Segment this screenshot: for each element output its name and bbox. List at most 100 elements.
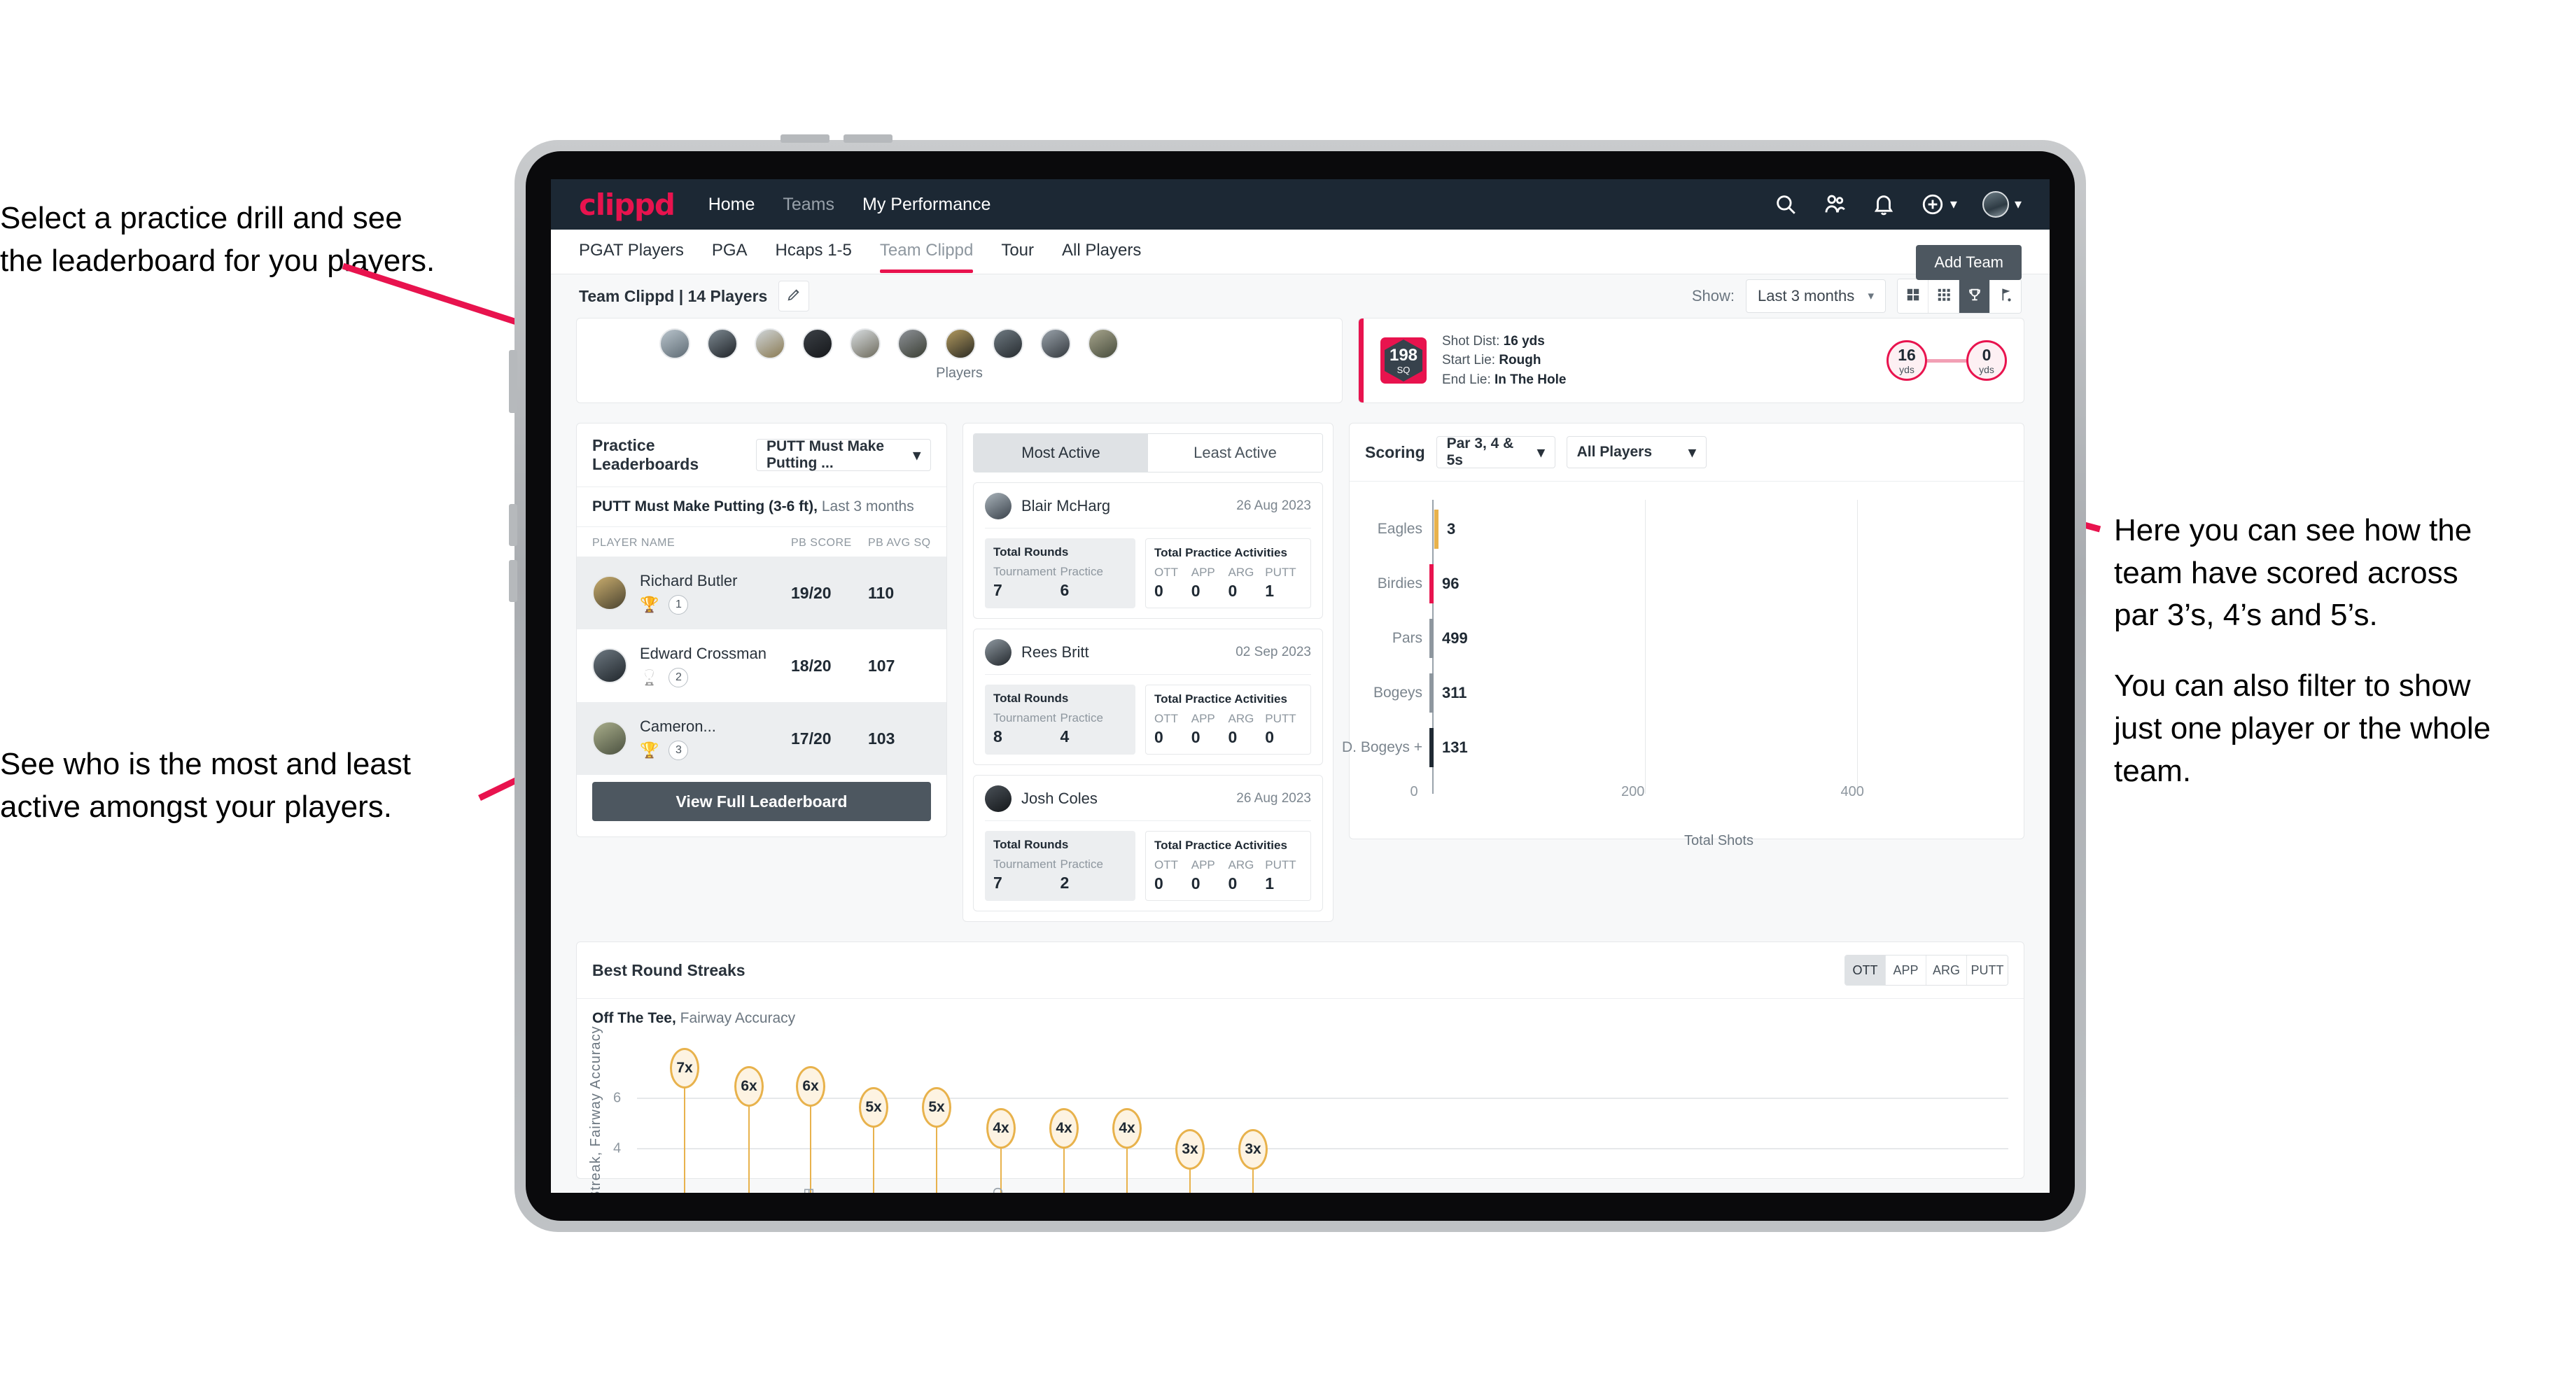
table-row[interactable]: Cameron... 🏆 3 17/20 103 [577, 702, 946, 775]
plus-circle-icon[interactable] [1921, 192, 1945, 216]
player-avatar[interactable] [1040, 328, 1071, 359]
player-avatar[interactable] [897, 328, 928, 359]
streak-value: 7x [670, 1048, 699, 1088]
date-range-value: Last 3 months [1758, 287, 1855, 304]
toggle-putt[interactable]: PUTT [1967, 955, 2008, 985]
table-row[interactable]: Edward Crossman 🏆 2 18/20 107 [577, 629, 946, 702]
view-trophy-button[interactable] [1959, 279, 1990, 313]
side-button-2[interactable] [509, 560, 517, 602]
drill-select[interactable]: PUTT Must Make Putting ... ▾ [756, 438, 931, 471]
tab-pgat-players[interactable]: PGAT Players [579, 241, 684, 263]
avatar [592, 721, 627, 756]
toggle-app[interactable]: APP [1886, 955, 1926, 985]
toggle-arg[interactable]: ARG [1926, 955, 1967, 985]
list-item[interactable]: Blair McHarg 26 Aug 2023 Total Rounds To… [973, 482, 1323, 619]
x-tick: 200 [1620, 784, 1645, 799]
bar-group-pars: Pars 499 [1392, 619, 1468, 658]
tab-least-active[interactable]: Least Active [1148, 434, 1322, 472]
people-icon[interactable] [1823, 192, 1847, 216]
practice-activities-labels: OTT APP ARG PUTT [1154, 712, 1296, 725]
streaks-category-toggle: OTT APP ARG PUTT [1844, 955, 2008, 986]
list-item[interactable]: Rees Britt 02 Sep 2023 Total Rounds Tour… [973, 629, 1323, 765]
gridline [1645, 500, 1646, 794]
bar-cap [1429, 619, 1434, 658]
leaderboard-footer: View Full Leaderboard [577, 775, 946, 836]
streak-category-label: C [990, 1187, 1004, 1193]
player-avatar[interactable] [802, 328, 833, 359]
bar-label: Bogeys [1373, 685, 1422, 701]
view-grid-large-button[interactable] [1898, 279, 1928, 313]
tab-most-active[interactable]: Most Active [974, 434, 1148, 472]
practice-activities-title: Total Practice Activities [1154, 546, 1287, 559]
tablet-device: clippd Home Teams My Performance ▾ ▾ PGA… [509, 134, 2086, 1232]
power-button[interactable] [509, 350, 517, 413]
activity-date: 02 Sep 2023 [1236, 645, 1311, 659]
tab-hcaps-1-5[interactable]: Hcaps 1-5 [776, 241, 852, 263]
total-rounds-values: 7 2 [993, 874, 1070, 892]
nav-link-home[interactable]: Home [708, 195, 755, 215]
annotation-line: team. [2114, 753, 2192, 788]
streaks-metric-name: Off The Tee, [592, 1010, 676, 1026]
player-avatar[interactable] [1088, 328, 1119, 359]
table-row[interactable]: Richard Butler 🏆 1 19/20 110 [577, 556, 946, 629]
scoring-chart: Eagles 3 Birdies 96 Pars 499 Bogeys 311 … [1342, 482, 2024, 848]
total-rounds-box: Total Rounds Tournament Practice 8 4 [985, 685, 1135, 755]
pb-score-value: 19/20 [791, 583, 832, 602]
practice-activities-labels: OTT APP ARG PUTT [1154, 858, 1296, 872]
total-rounds-labels: Tournament Practice [993, 565, 1103, 578]
annotation-line: active amongst your players. [0, 789, 393, 824]
volume-button-1[interactable] [780, 134, 830, 143]
tab-tour[interactable]: Tour [1001, 241, 1034, 263]
volume-button-2[interactable] [844, 134, 892, 143]
edit-team-button[interactable] [778, 281, 810, 312]
view-full-leaderboard-button[interactable]: View Full Leaderboard [592, 782, 931, 821]
clippd-logo[interactable]: clippd [579, 188, 676, 222]
practice-activities-box: Total Practice Activities OTT APP ARG PU… [1145, 831, 1311, 901]
scoring-card: Scoring Par 3, 4 & 5s ▾ All Players ▾ Ea… [1342, 423, 2024, 848]
bell-icon[interactable] [1872, 192, 1896, 216]
par-filter-select[interactable]: Par 3, 4 & 5s ▾ [1436, 435, 1555, 468]
bar-value: 96 [1442, 575, 1460, 592]
player-avatar[interactable] [993, 328, 1023, 359]
bar-label: D. Bogeys + [1342, 739, 1422, 755]
tablet-bezel: clippd Home Teams My Performance ▾ ▾ PGA… [526, 151, 2075, 1221]
view-grid-small-button[interactable] [1928, 279, 1959, 313]
avatar[interactable] [1982, 191, 2009, 218]
tab-pga[interactable]: PGA [712, 241, 748, 263]
player-avatar[interactable] [707, 328, 738, 359]
player-avatar[interactable] [755, 328, 785, 359]
streak-value: 6x [796, 1066, 825, 1107]
app-screen: clippd Home Teams My Performance ▾ ▾ PGA… [551, 179, 2050, 1193]
list-item[interactable]: Josh Coles 26 Aug 2023 Total Rounds Tour… [973, 775, 1323, 911]
leaderboard-player-cell: Cameron... 🏆 3 [640, 718, 791, 760]
shot-detail-card: 198 SQ Shot Dist: 16 yds Start Lie: Roug… [1358, 318, 2024, 403]
tab-all-players[interactable]: All Players [1062, 241, 1141, 263]
view-flag-button[interactable] [1990, 279, 2021, 313]
plus-circle-menu[interactable]: ▾ [1921, 192, 1957, 216]
search-icon[interactable] [1774, 192, 1798, 216]
total-rounds-box: Total Rounds Tournament Practice 7 2 [985, 831, 1135, 901]
annotation-line: You can also filter to show [2114, 668, 2471, 704]
player-filter-select[interactable]: All Players ▾ [1566, 436, 1707, 468]
pb-score-value: 18/20 [791, 656, 832, 675]
activity-date: 26 Aug 2023 [1236, 791, 1311, 806]
practice-activities-title: Total Practice Activities [1154, 692, 1287, 706]
player-avatar[interactable] [659, 328, 690, 359]
date-range-select[interactable]: Last 3 months ▾ [1746, 279, 1886, 313]
toggle-ott[interactable]: OTT [1845, 955, 1886, 985]
shot-end-circle: 0 yds [1966, 340, 2007, 381]
leaderboard-drill-name: PUTT Must Make Putting (3-6 ft), [592, 498, 818, 514]
leaderboard-player-cell: Edward Crossman 🏆 2 [640, 645, 791, 687]
nav-link-teams[interactable]: Teams [783, 195, 834, 215]
player-avatar[interactable] [945, 328, 976, 359]
player-name: Richard Butler [640, 571, 738, 589]
streak-value: 4x [986, 1108, 1016, 1149]
player-avatar[interactable] [850, 328, 881, 359]
side-button-1[interactable] [509, 504, 517, 546]
add-team-button[interactable]: Add Team [1916, 245, 2022, 280]
user-menu[interactable]: ▾ [1982, 191, 2022, 218]
nav-link-my-performance[interactable]: My Performance [862, 195, 990, 215]
practice-activities-box: Total Practice Activities OTT APP ARG PU… [1145, 538, 1311, 608]
tab-team-clippd[interactable]: Team Clippd [879, 241, 974, 273]
annotation-line: Here you can see how the [2114, 513, 2472, 547]
